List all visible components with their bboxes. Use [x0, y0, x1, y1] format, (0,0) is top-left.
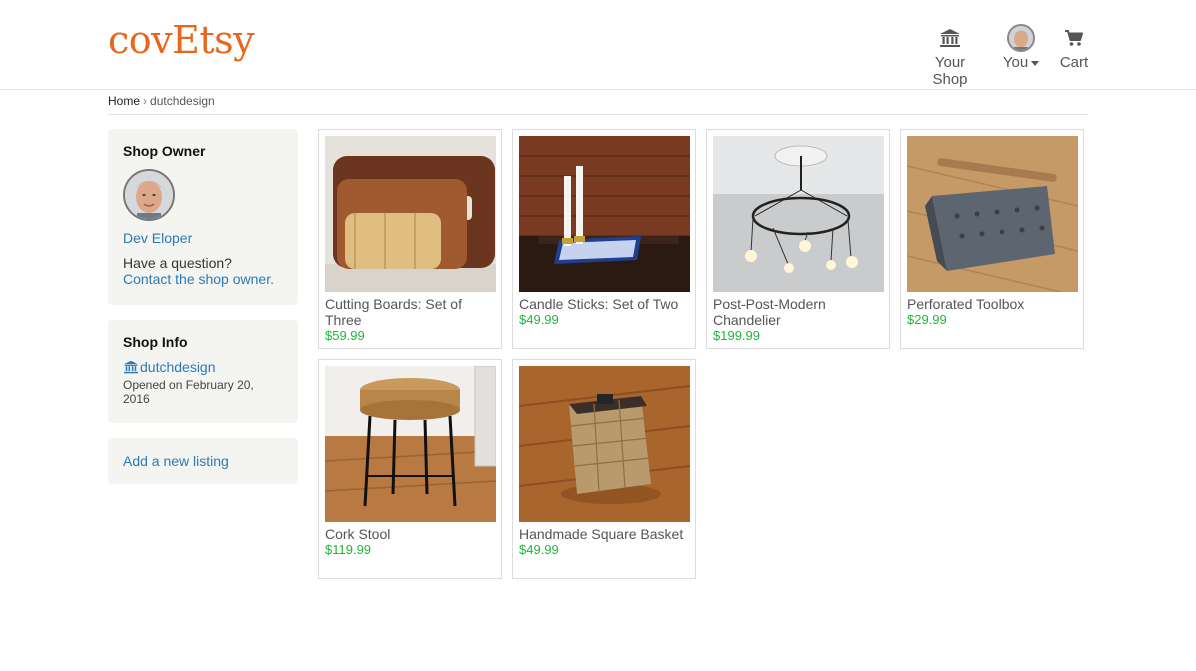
listing-price: $199.99: [713, 328, 760, 343]
listing-title: Cutting Boards: Set of Three: [325, 296, 462, 328]
shop-opened-date: Opened on February 20, 2016: [123, 378, 254, 406]
cart-icon: [1058, 24, 1090, 52]
add-listing-link[interactable]: Add a new listing: [123, 453, 229, 469]
bank-icon: [916, 24, 984, 52]
owner-question-text: Have a question?: [123, 255, 232, 271]
owner-name-link[interactable]: Dev Eloper: [123, 230, 283, 246]
shop-info-panel: Shop Info dutchdesign Opened on February…: [108, 320, 298, 423]
listing-price: $49.99: [519, 542, 559, 557]
listing-price: $29.99: [907, 312, 947, 327]
listing-title: Perforated Toolbox: [907, 296, 1025, 312]
listing-card[interactable]: Cutting Boards: Set of Three $59.99: [318, 129, 502, 349]
breadcrumb: Home › dutchdesign: [108, 94, 1088, 115]
listing-price: $59.99: [325, 328, 365, 343]
listing-image: [907, 136, 1078, 292]
avatar: [1007, 24, 1035, 52]
breadcrumb-current: dutchdesign: [150, 94, 215, 108]
listing-price: $119.99: [325, 542, 372, 557]
nav-you[interactable]: You: [996, 24, 1046, 71]
nav-your-shop-label: Your Shop: [932, 54, 968, 88]
listing-title: Post-Post-Modern Chandelier: [713, 296, 826, 328]
listing-card[interactable]: Handmade Square Basket $49.99: [512, 359, 696, 579]
listing-image: [713, 136, 884, 292]
listing-card[interactable]: Cork Stool $119.99: [318, 359, 502, 579]
breadcrumb-separator: ›: [143, 94, 148, 108]
add-listing-panel: Add a new listing: [108, 438, 298, 484]
nav-you-label: You: [1002, 54, 1029, 71]
listing-image: [519, 136, 690, 292]
listing-price: $49.99: [519, 312, 559, 327]
bank-icon: [124, 360, 138, 374]
shop-owner-panel: Shop Owner Dev Eloper Have a question? C…: [108, 129, 298, 305]
shop-info-heading: Shop Info: [123, 334, 188, 350]
listing-card[interactable]: Perforated Toolbox $29.99: [900, 129, 1084, 349]
listing-image: [325, 136, 496, 292]
listing-title: Handmade Square Basket: [519, 526, 684, 542]
breadcrumb-home[interactable]: Home: [108, 94, 140, 108]
owner-avatar[interactable]: [123, 169, 175, 221]
shop-name-link[interactable]: dutchdesign: [123, 359, 283, 375]
site-logo[interactable]: covEtsy: [108, 18, 255, 62]
nav-cart[interactable]: Cart: [1058, 24, 1090, 71]
listing-image: [519, 366, 690, 522]
caret-down-icon: [1031, 60, 1040, 66]
shop-name-label: dutchdesign: [140, 359, 216, 375]
listing-title: Candle Sticks: Set of Two: [519, 296, 679, 312]
contact-owner-link[interactable]: Contact the shop owner.: [123, 271, 274, 287]
listing-card[interactable]: Post-Post-Modern Chandelier $199.99: [706, 129, 890, 349]
nav-cart-label: Cart: [1059, 54, 1089, 71]
listing-title: Cork Stool: [325, 526, 391, 542]
listing-image: [325, 366, 496, 522]
listing-card[interactable]: Candle Sticks: Set of Two $49.99: [512, 129, 696, 349]
nav-your-shop[interactable]: Your Shop: [916, 24, 984, 88]
shop-owner-heading: Shop Owner: [123, 143, 206, 159]
site-header: covEtsy Your Shop You Cart: [0, 0, 1196, 90]
